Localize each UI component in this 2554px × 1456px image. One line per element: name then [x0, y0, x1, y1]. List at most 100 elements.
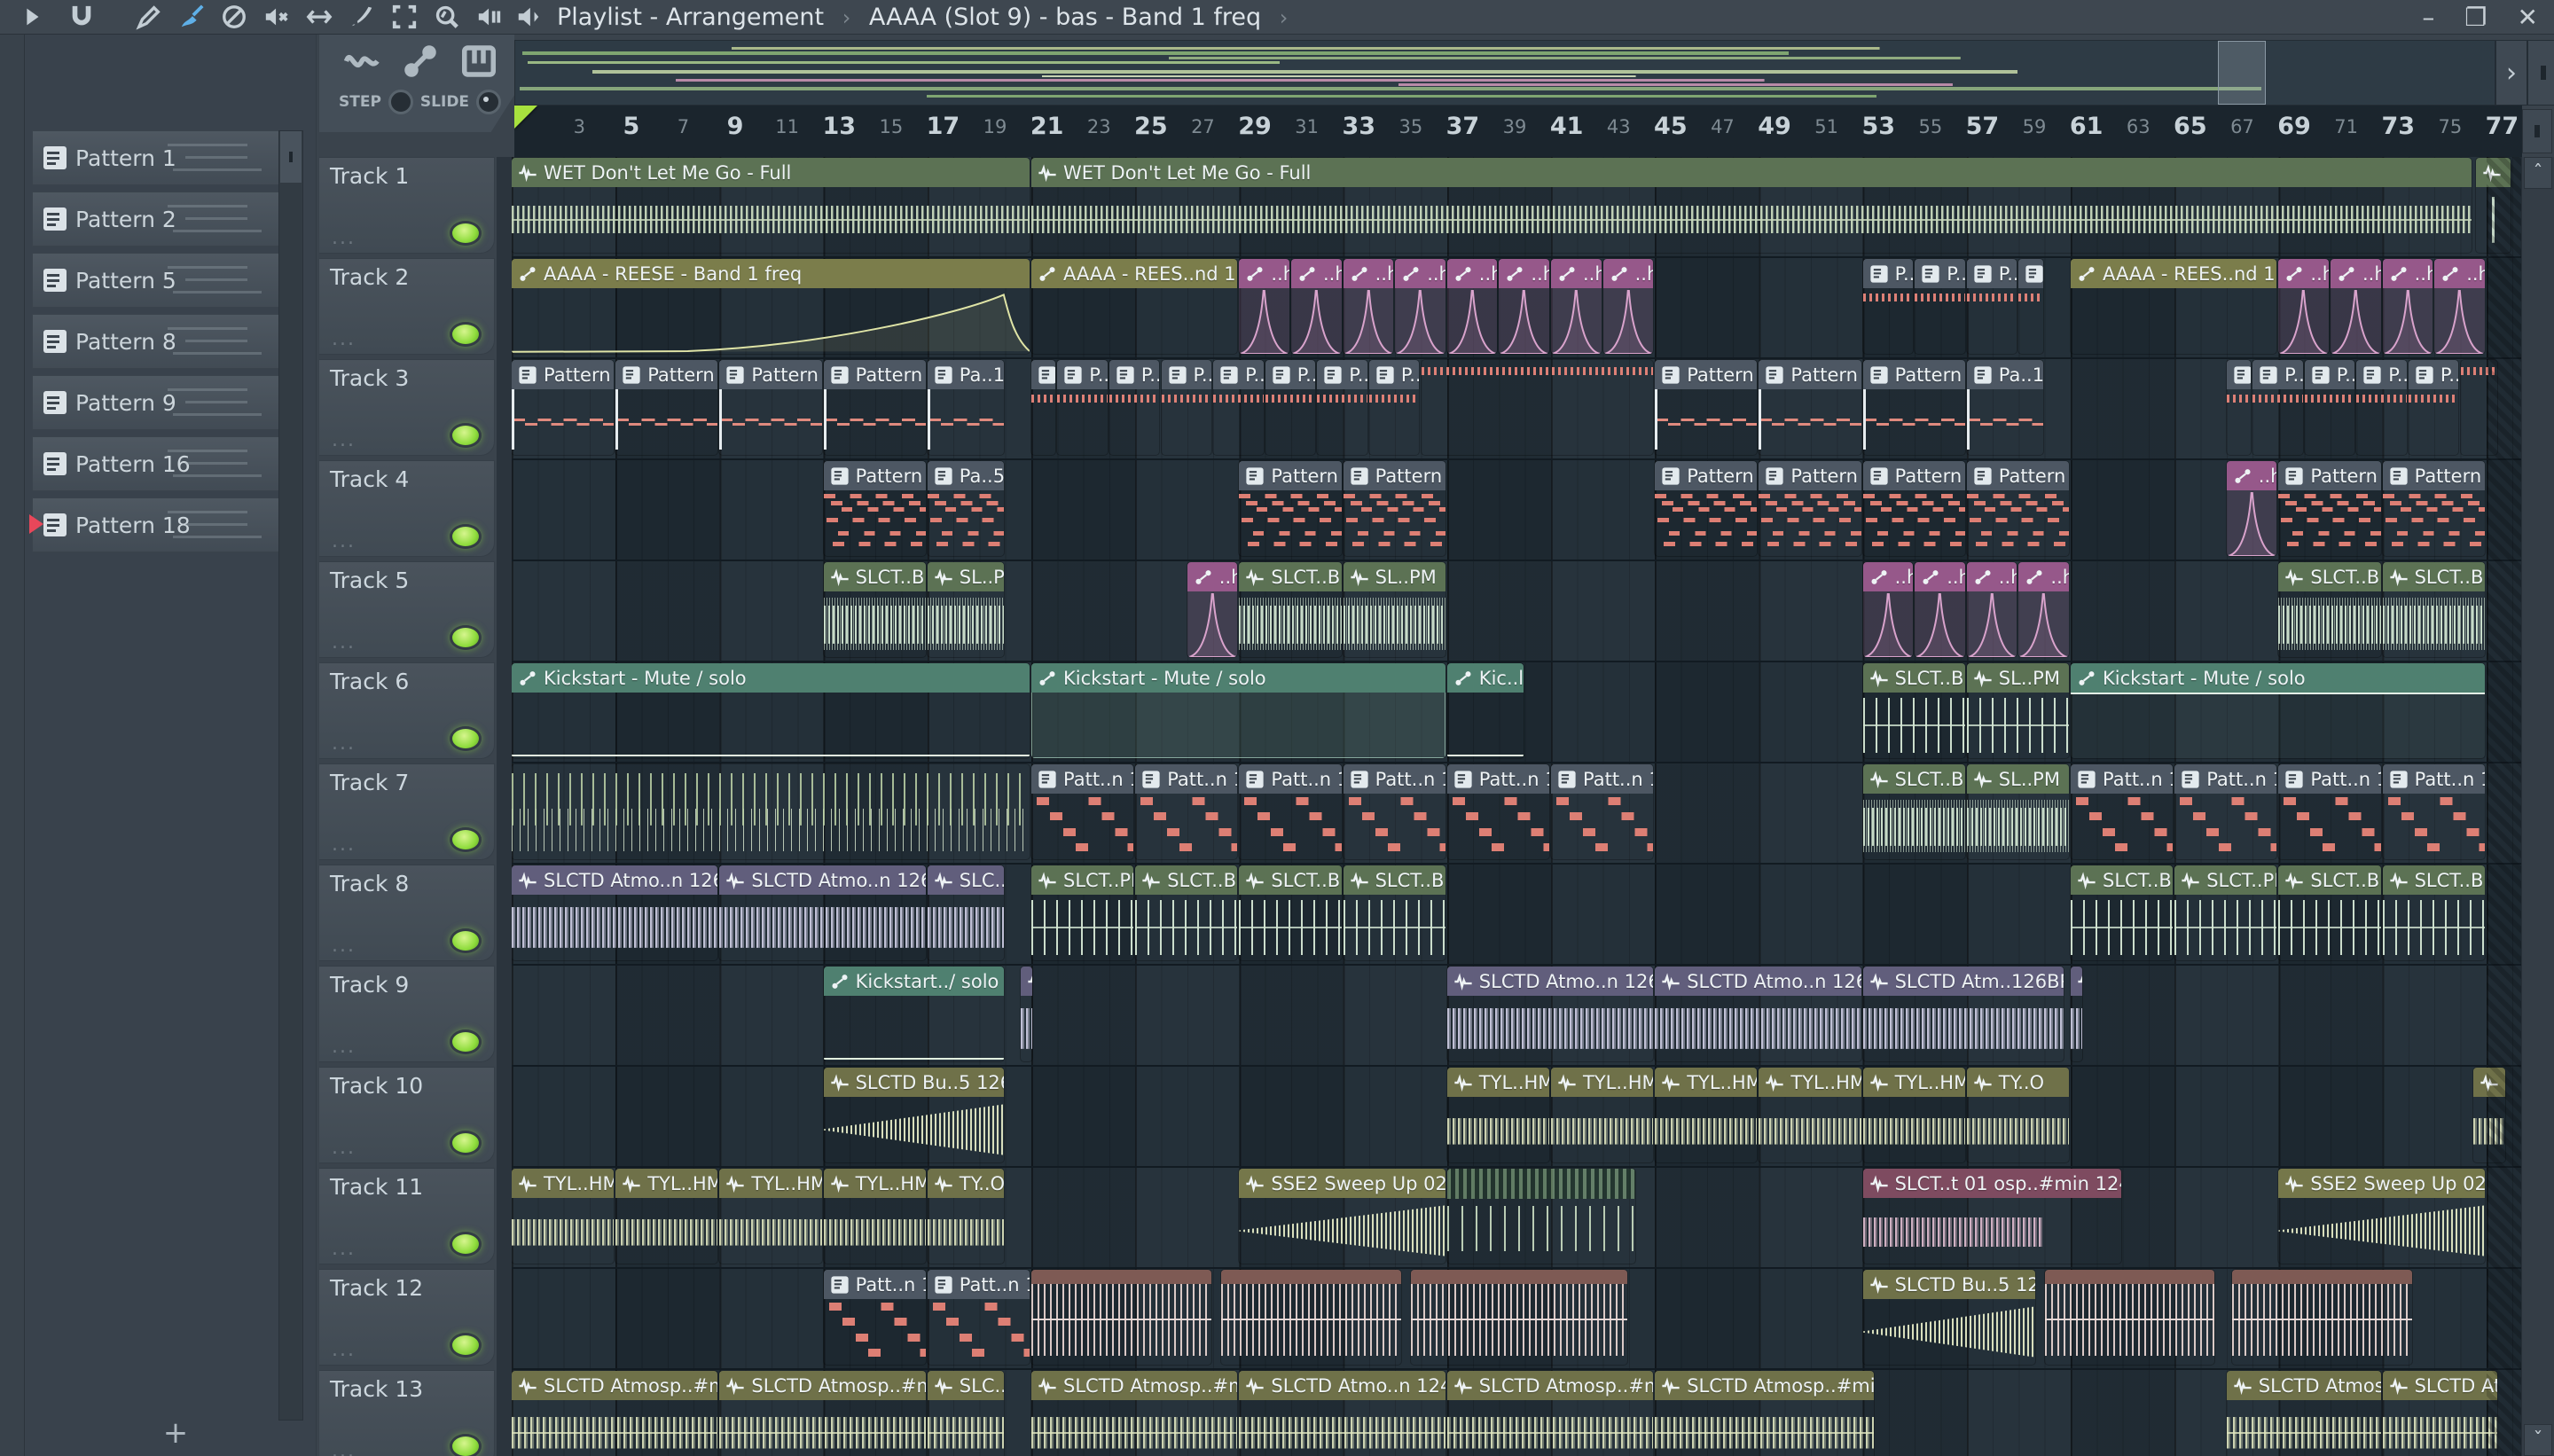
- clip-stripe[interactable]: [1410, 1270, 1627, 1365]
- track-options[interactable]: ...: [332, 227, 356, 249]
- clip-slct-bpm[interactable]: SLCT..BPM: [1239, 562, 1342, 657]
- clip-pattern-5[interactable]: Pattern 5: [2278, 461, 2381, 556]
- clip-slctd-atmo-n-124bpm[interactable]: SLCTD Atmo..n 124BPM: [2382, 1371, 2498, 1456]
- clip-p[interactable]: P..: [1213, 360, 1264, 455]
- clip-slct-t-01-osp-min-124bpm[interactable]: SLCT..t 01 osp..#min 124BPM: [1862, 1169, 2121, 1264]
- clip-kickstart-mute-solo[interactable]: Kickstart - Mute / solo: [2071, 663, 2485, 758]
- clip-stripe11[interactable]: [1446, 1169, 1635, 1264]
- track-mute-led[interactable]: [450, 1131, 482, 1155]
- clip-kickstart-solo-4[interactable]: Kickstart../ solo #4: [823, 967, 1004, 1061]
- maximize-button[interactable]: ❐: [2464, 3, 2487, 32]
- track-mute-led[interactable]: [450, 1232, 482, 1256]
- pattern-scrollbar[interactable]: [278, 130, 303, 1421]
- track-mute-led[interactable]: [450, 827, 482, 852]
- track-options[interactable]: ...: [332, 834, 356, 856]
- pattern-item-pattern-8[interactable]: Pattern 8: [32, 314, 282, 369]
- clip-slct-bpm[interactable]: SLCT..BPM: [2278, 865, 2381, 960]
- track-mute-led[interactable]: [450, 221, 482, 246]
- clip-patt-n-16[interactable]: Patt..n 16: [2174, 764, 2277, 859]
- pattern-item-pattern-2[interactable]: Pattern 2: [32, 192, 282, 247]
- track-options[interactable]: ...: [332, 1036, 356, 1058]
- clip-slctd-bu-5-126bpm[interactable]: SLCTD Bu..5 126BPM: [823, 1068, 1004, 1162]
- clip-pattern-5[interactable]: Pattern 5: [2382, 461, 2485, 556]
- clip-tyl-hmo[interactable]: TYL..HMO: [1759, 1068, 1861, 1162]
- track-options[interactable]: ...: [332, 935, 356, 957]
- clip-patt-n-16[interactable]: Patt..n 16: [1135, 764, 1238, 859]
- track-header-6[interactable]: Track 6...: [319, 662, 495, 759]
- delete-tool-icon[interactable]: [215, 1, 254, 33]
- clip-sse2-sweep-up-02[interactable]: SSE2 Sweep Up 02: [1239, 1169, 1445, 1264]
- clip-tyl-hmo[interactable]: TYL..HMO: [719, 1169, 822, 1264]
- clip-h[interactable]: ..h: [2226, 461, 2277, 556]
- track-header-4[interactable]: Track 4...: [319, 460, 495, 557]
- clip-pattern-1[interactable]: Pattern 1: [719, 360, 822, 455]
- clip-tyl-hmo[interactable]: TYL..HMO: [1446, 1068, 1549, 1162]
- clip-pattern-1[interactable]: Pattern 1: [823, 360, 926, 455]
- clip-h[interactable]: ..h: [1291, 259, 1342, 354]
- clip-p[interactable]: P..: [1862, 259, 1914, 354]
- clip-tyl-hmo[interactable]: TYL..HMO: [1862, 1068, 1965, 1162]
- minimize-button[interactable]: –: [2422, 3, 2434, 32]
- pattern-item-pattern-16[interactable]: Pattern 16: [32, 436, 282, 491]
- clip-h[interactable]: ..h: [1966, 562, 2017, 657]
- clip-dots[interactable]: [1421, 360, 1654, 455]
- track-mute-led[interactable]: [450, 1333, 482, 1358]
- clip-minil[interactable]: [1021, 967, 1032, 1061]
- clip-slct-bpm[interactable]: SLCT..BPM: [2382, 865, 2485, 960]
- clip-slct-bpm[interactable]: SLCT..BPM: [1343, 865, 1445, 960]
- clip-h[interactable]: ..h: [2018, 562, 2069, 657]
- clip-slct-bpm[interactable]: SLCT..BPM: [1135, 865, 1238, 960]
- clip-pat[interactable]: [2226, 360, 2252, 455]
- clip-slctd-atm-126bpm[interactable]: SLCTD Atm..126BPM: [1862, 967, 2064, 1061]
- clip-h[interactable]: ..h: [1446, 259, 1498, 354]
- clip-p[interactable]: P..: [2408, 360, 2459, 455]
- step-toggle[interactable]: [388, 90, 413, 114]
- clip-slctd-atmo-n-126bpm[interactable]: SLCTD Atmo..n 126BPM: [719, 865, 926, 960]
- clip-h[interactable]: ..h: [1187, 562, 1238, 657]
- clip-slctd-atmo-n-126bpm[interactable]: SLCTD Atmo..n 126BPM: [1446, 967, 1654, 1061]
- clip-patt-n-16[interactable]: Patt..n 16: [927, 1270, 1030, 1365]
- clip-slct-bpm[interactable]: SLCT..BPM: [1862, 764, 1965, 859]
- clip-ty-o[interactable]: TY..O: [927, 1169, 1004, 1264]
- clip-pattern-1[interactable]: Pattern 1: [615, 360, 718, 455]
- clip-tyl-hmo[interactable]: TYL..HMO: [512, 1169, 615, 1264]
- track-options[interactable]: ...: [332, 631, 356, 654]
- track-options[interactable]: ...: [332, 1440, 356, 1456]
- select-tool-icon[interactable]: [385, 1, 424, 33]
- track-header-3[interactable]: Track 3...: [319, 359, 495, 456]
- clip-aaaa-rees-nd-1-freq[interactable]: AAAA - REES..nd 1 freq: [1031, 259, 1238, 354]
- snap-magnet-tool-icon[interactable]: [62, 1, 101, 33]
- clip-patt-n-16[interactable]: Patt..n 16: [2278, 764, 2381, 859]
- track-options[interactable]: ...: [332, 530, 356, 552]
- clip-h[interactable]: ..h: [1239, 259, 1289, 354]
- track-lane-5[interactable]: SLCT..BPMSL..PM..hSLCT..BPMSL..PM..h..h.…: [512, 561, 2522, 662]
- track-header-12[interactable]: Track 12...: [319, 1269, 495, 1366]
- track-options[interactable]: ...: [332, 1339, 356, 1361]
- clip-pattern-5[interactable]: Pattern 5: [1759, 461, 1861, 556]
- clip-patt-n-16[interactable]: Patt..n 16: [823, 1270, 926, 1365]
- clip-h[interactable]: ..h: [1915, 562, 1965, 657]
- track-mute-led[interactable]: [450, 1029, 482, 1054]
- clip-h[interactable]: ..h: [1862, 562, 1914, 657]
- clip-slct-bpm[interactable]: SLCT..BPM: [2382, 562, 2485, 657]
- track-header-7[interactable]: Track 7...: [319, 763, 495, 860]
- clip-pattern-5[interactable]: Pattern 5: [823, 461, 926, 556]
- clip-h[interactable]: ..h: [2382, 259, 2433, 354]
- clip-slctd-atmosp-min-1[interactable]: SLCTD Atmosp..#min 1.: [2226, 1371, 2381, 1456]
- play-tool-icon[interactable]: [12, 1, 51, 33]
- clip-h[interactable]: ..h: [2434, 259, 2485, 354]
- clip-tyl-hmo[interactable]: TYL..HMO: [1551, 1068, 1654, 1162]
- track-header-2[interactable]: Track 2...: [319, 258, 495, 355]
- track-mute-led[interactable]: [450, 322, 482, 347]
- clip-pattern-1[interactable]: Pattern 1: [1655, 360, 1758, 455]
- track-lane-6[interactable]: Kickstart - Mute / solo Kickstart - Mute …: [512, 662, 2522, 763]
- timeline-ruler[interactable]: 3 5 7 9 11 13 15 17 19 21 23 25 27 29 31 33 35 37 39 41 43 45…: [514, 106, 2522, 158]
- track-options[interactable]: ...: [332, 1137, 356, 1159]
- clip-patt-n-16[interactable]: Patt..n 16: [1239, 764, 1342, 859]
- playback-preview-tool-icon[interactable]: [470, 1, 509, 33]
- clip-slct-bpm[interactable]: SLCT..BPM: [1862, 663, 1965, 758]
- slide-toggle[interactable]: [476, 90, 502, 114]
- clip-h[interactable]: ..h: [1551, 259, 1602, 354]
- automation-mode-icon[interactable]: [403, 43, 438, 82]
- pattern-item-pattern-9[interactable]: Pattern 9: [32, 375, 282, 430]
